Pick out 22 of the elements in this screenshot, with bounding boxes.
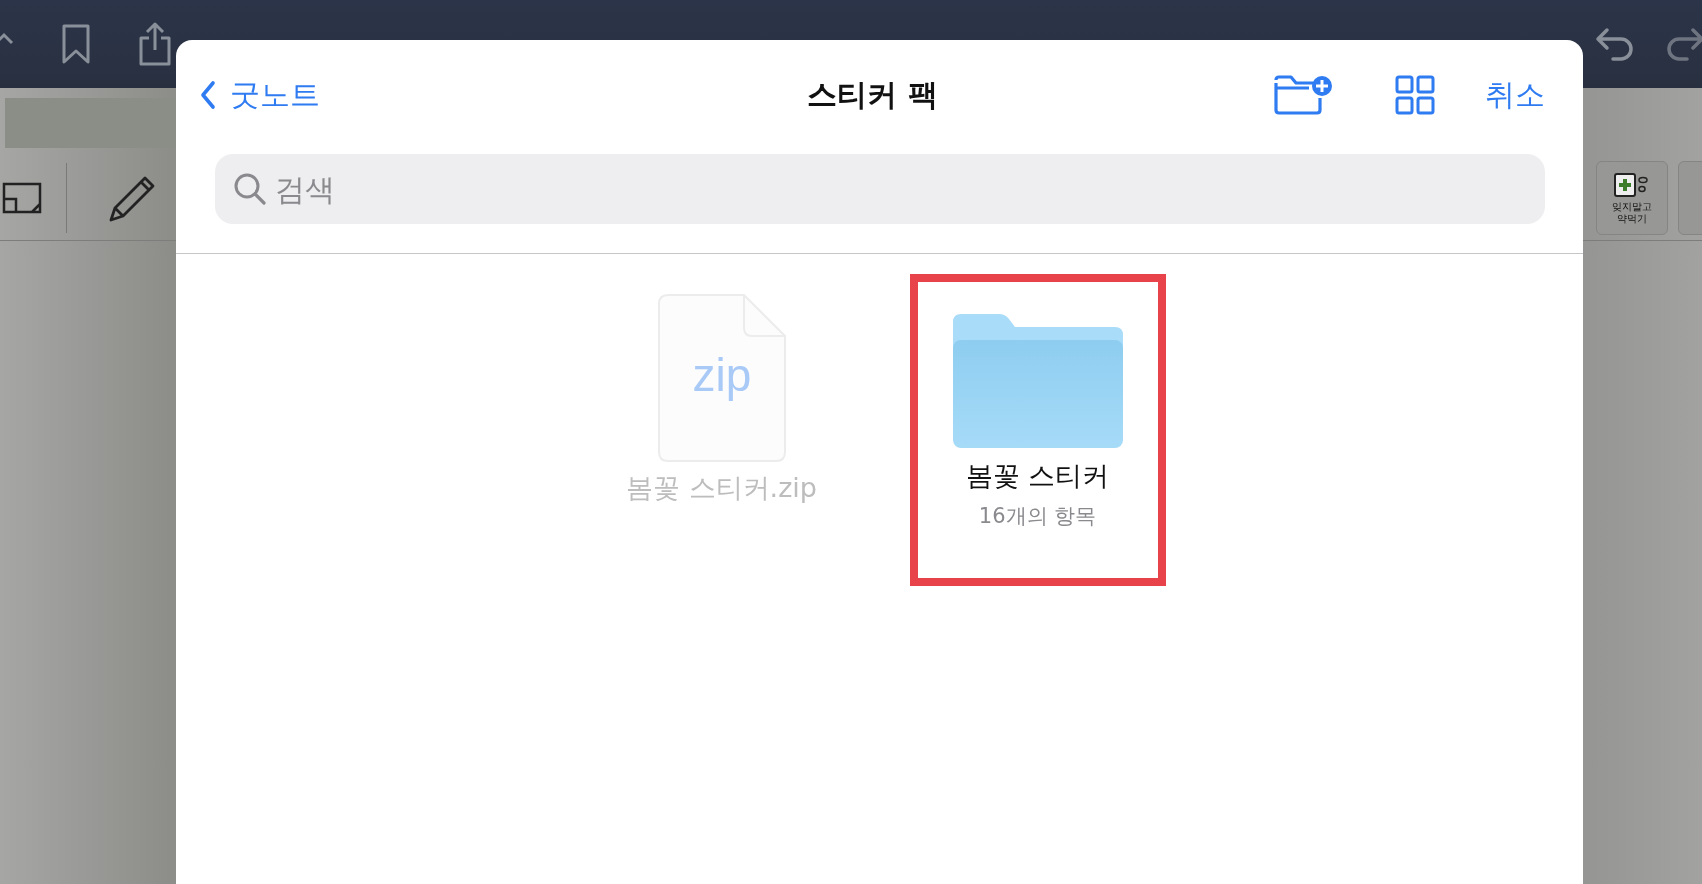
- undo-icon[interactable]: [1595, 26, 1635, 62]
- bookmark-icon[interactable]: [61, 24, 91, 64]
- search-icon: [233, 172, 267, 206]
- folder-icon: [952, 314, 1123, 448]
- cancel-button[interactable]: 취소: [1485, 74, 1545, 116]
- share-icon[interactable]: [137, 22, 173, 66]
- caret-icon[interactable]: [0, 31, 14, 47]
- item-count: 16개의 항목: [978, 503, 1097, 530]
- file-name: 봄꽃 스티커.zip: [626, 471, 817, 505]
- redo-icon[interactable]: [1665, 26, 1702, 62]
- search-field[interactable]: 검색: [215, 154, 1545, 224]
- highlighted-file-item[interactable]: 봄꽃 스티커 16개의 항목: [909, 274, 1166, 586]
- back-button[interactable]: 굿노트: [200, 74, 320, 116]
- file-type-label: zip: [692, 349, 751, 401]
- eraser-icon[interactable]: [2, 181, 42, 215]
- chevron-left-icon: [200, 80, 216, 110]
- new-folder-icon[interactable]: [1273, 74, 1333, 116]
- sticker-caption: 잊지말고 약먹기: [1611, 201, 1653, 225]
- grid-view-icon[interactable]: [1395, 75, 1435, 115]
- sticker-thumbnail[interactable]: 잊지말고 약먹기: [1596, 161, 1668, 235]
- sheet-title: 스티커 팩: [807, 75, 938, 114]
- file-name: 봄꽃 스티커: [965, 459, 1110, 493]
